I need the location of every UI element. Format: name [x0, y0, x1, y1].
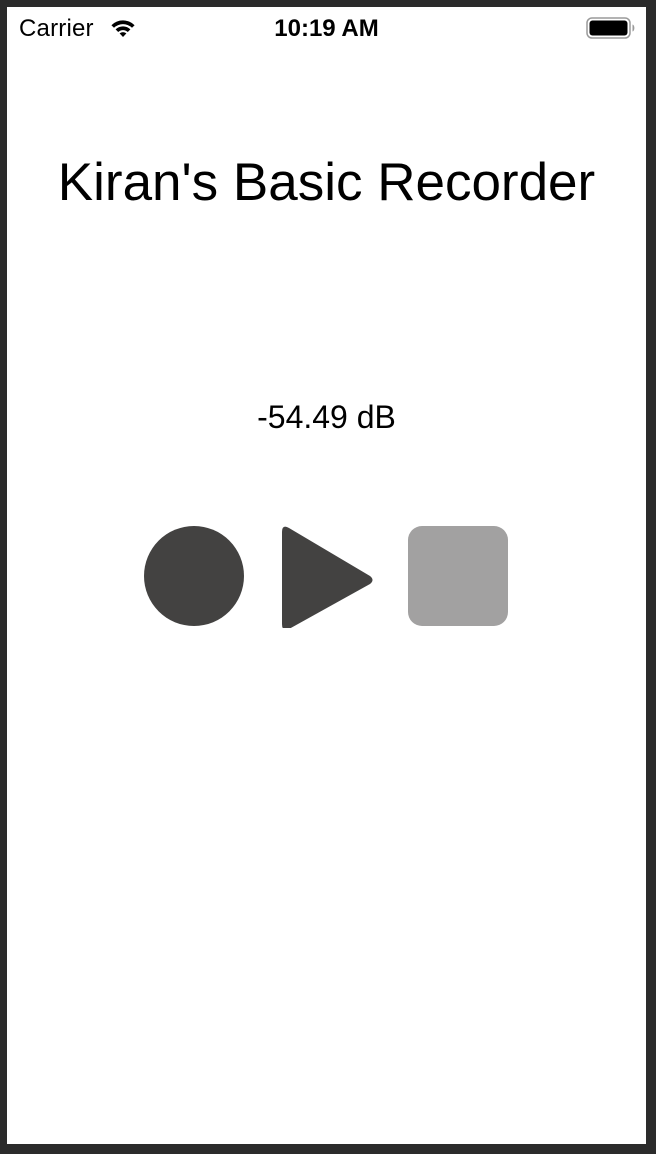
- record-button[interactable]: [144, 526, 244, 626]
- status-bar: Carrier 10:19 AM: [7, 7, 646, 51]
- decibel-level-readout: -54.49 dB: [257, 399, 396, 435]
- play-triangle-icon: [282, 526, 373, 628]
- battery-full-icon: [586, 17, 635, 39]
- clock-time: 10:19 AM: [274, 15, 379, 42]
- stop-button[interactable]: [408, 526, 508, 626]
- app-title: Kiran's Basic Recorder: [57, 153, 596, 212]
- app-screen: Carrier 10:19 AM Kiran's Basic Recorder …: [7, 7, 646, 1144]
- play-button[interactable]: [280, 524, 374, 628]
